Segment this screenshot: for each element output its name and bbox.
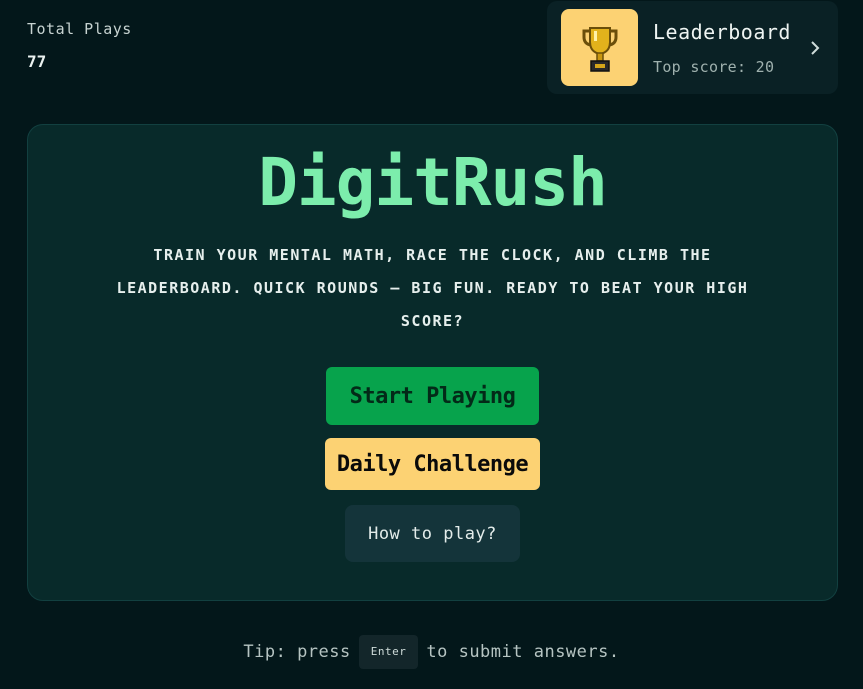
total-plays-label: Total Plays xyxy=(27,20,132,38)
total-plays-value: 77 xyxy=(27,52,47,71)
top-score-text: Top score: 20 xyxy=(653,57,775,76)
leaderboard-title: Leaderboard xyxy=(653,19,791,44)
enter-key-badge: Enter xyxy=(358,635,419,669)
daily-challenge-button[interactable]: Daily Challenge xyxy=(325,438,540,490)
leaderboard-card[interactable]: Leaderboard Top score: 20 xyxy=(547,1,838,94)
total-plays-stat: Total Plays 77 xyxy=(27,20,132,71)
game-intro-card: DigitRush Train your mental math, race t… xyxy=(27,124,838,601)
how-to-play-button[interactable]: How to play? xyxy=(345,505,520,562)
tip-line: Tip: press Enter to submit answers. xyxy=(0,635,863,669)
start-playing-button[interactable]: Start Playing xyxy=(326,367,539,425)
tip-text-after: to submit answers. xyxy=(426,642,620,662)
game-title: DigitRush xyxy=(258,144,608,221)
tip-text-before: Tip: press xyxy=(243,642,351,662)
chevron-right-icon xyxy=(810,40,820,56)
game-tagline: Train your mental math, race the clock, … xyxy=(116,246,749,330)
trophy-icon xyxy=(561,9,638,86)
